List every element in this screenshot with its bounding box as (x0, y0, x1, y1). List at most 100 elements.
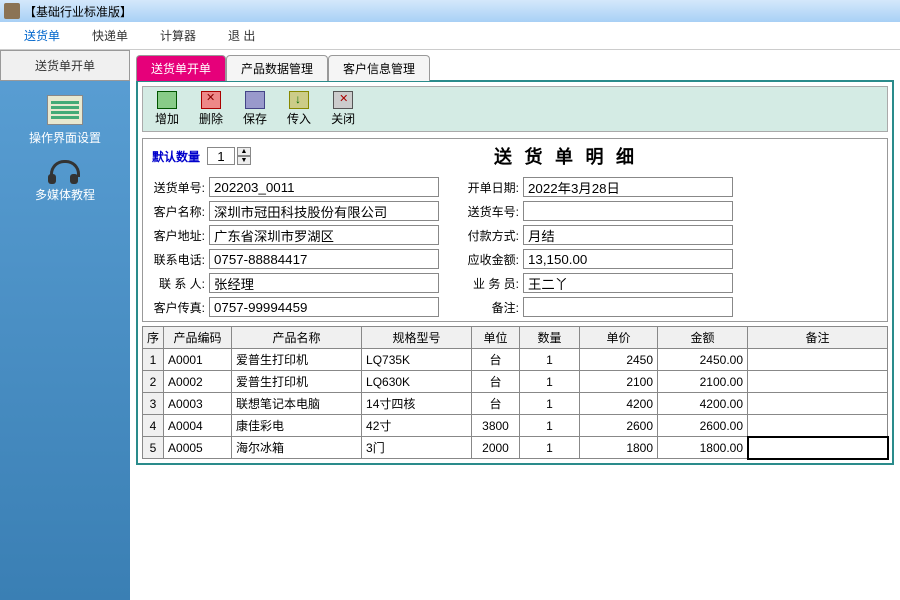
cell-remark[interactable] (748, 371, 888, 393)
title-bar: 【基础行业标准版】 (0, 0, 900, 22)
import-button[interactable]: 传入 (277, 89, 321, 129)
sidebar-item-tutorial[interactable]: 多媒体教程 (35, 160, 95, 203)
tab-delivery-create[interactable]: 送货单开单 (136, 55, 226, 81)
cell-unit[interactable]: 2000 (472, 437, 520, 459)
cell-amount[interactable]: 4200.00 (658, 393, 748, 415)
phone-input[interactable] (209, 249, 439, 269)
col-remark: 备注 (748, 327, 888, 349)
delivery-no-input[interactable] (209, 177, 439, 197)
col-qty: 数量 (520, 327, 580, 349)
qty-down-button[interactable]: ▼ (237, 156, 251, 165)
cell-name[interactable]: 爱普生打印机 (232, 349, 362, 371)
save-icon (245, 91, 265, 109)
cell-unit[interactable]: 台 (472, 349, 520, 371)
vehicle-label: 送货车号: (463, 203, 523, 220)
cell-code[interactable]: A0003 (164, 393, 232, 415)
cell-amount[interactable]: 2100.00 (658, 371, 748, 393)
table-row[interactable]: 3A0003联想笔记本电脑14寸四核台142004200.00 (143, 393, 888, 415)
cell-spec[interactable]: 14寸四核 (362, 393, 472, 415)
contact-input[interactable] (209, 273, 439, 293)
remark-input[interactable] (523, 297, 733, 317)
cell-remark[interactable] (748, 393, 888, 415)
sidebar-header[interactable]: 送货单开单 (0, 50, 130, 81)
cell-remark[interactable] (748, 437, 888, 459)
cell-name[interactable]: 爱普生打印机 (232, 371, 362, 393)
cell-remark[interactable] (748, 349, 888, 371)
window-title: 【基础行业标准版】 (24, 3, 132, 20)
cell-price[interactable]: 2100 (580, 371, 658, 393)
tab-customer-info[interactable]: 客户信息管理 (328, 55, 430, 81)
sidebar-item-label: 多媒体教程 (35, 186, 95, 203)
sales-input[interactable] (523, 273, 733, 293)
cell-price[interactable]: 1800 (580, 437, 658, 459)
cell-spec[interactable]: LQ735K (362, 349, 472, 371)
menu-calculator[interactable]: 计算器 (144, 23, 212, 48)
table-row[interactable]: 1A0001爱普生打印机LQ735K台124502450.00 (143, 349, 888, 371)
cell-price[interactable]: 2600 (580, 415, 658, 437)
close-icon (333, 91, 353, 109)
cell-code[interactable]: A0004 (164, 415, 232, 437)
cell-spec[interactable]: LQ630K (362, 371, 472, 393)
app-icon (4, 3, 20, 19)
table-row[interactable]: 4A0004康佳彩电42寸3800126002600.00 (143, 415, 888, 437)
cell-price[interactable]: 2450 (580, 349, 658, 371)
pay-input[interactable] (523, 225, 733, 245)
add-icon (157, 91, 177, 109)
close-button[interactable]: 关闭 (321, 89, 365, 129)
cell-name[interactable]: 联想笔记本电脑 (232, 393, 362, 415)
customer-input[interactable] (209, 201, 439, 221)
cell-name[interactable]: 海尔冰箱 (232, 437, 362, 459)
table-row[interactable]: 5A0005海尔冰箱3门2000118001800.00 (143, 437, 888, 459)
qty-spinner: ▲ ▼ (237, 147, 251, 165)
menu-delivery[interactable]: 送货单 (8, 23, 76, 48)
cell-code[interactable]: A0005 (164, 437, 232, 459)
cell-qty[interactable]: 1 (520, 393, 580, 415)
import-icon (289, 91, 309, 109)
date-input[interactable] (523, 177, 733, 197)
save-button[interactable]: 保存 (233, 89, 277, 129)
col-name: 产品名称 (232, 327, 362, 349)
cell-qty[interactable]: 1 (520, 415, 580, 437)
cell-remark[interactable] (748, 415, 888, 437)
fax-input[interactable] (209, 297, 439, 317)
cell-unit[interactable]: 台 (472, 393, 520, 415)
cell-code[interactable]: A0002 (164, 371, 232, 393)
phone-label: 联系电话: (149, 251, 209, 268)
amount-label: 应收金额: (463, 251, 523, 268)
cell-amount[interactable]: 2600.00 (658, 415, 748, 437)
qty-up-button[interactable]: ▲ (237, 147, 251, 156)
cell-price[interactable]: 4200 (580, 393, 658, 415)
amount-input[interactable] (523, 249, 733, 269)
default-qty-input[interactable] (207, 147, 235, 165)
menu-exit[interactable]: 退 出 (212, 23, 271, 48)
cell-spec[interactable]: 42寸 (362, 415, 472, 437)
form-title: 送 货 单 明 细 (251, 143, 881, 169)
cell-name[interactable]: 康佳彩电 (232, 415, 362, 437)
cell-amount[interactable]: 2450.00 (658, 349, 748, 371)
cell-qty[interactable]: 1 (520, 437, 580, 459)
col-idx: 序 (143, 327, 164, 349)
vehicle-input[interactable] (523, 201, 733, 221)
cell-qty[interactable]: 1 (520, 371, 580, 393)
table-icon (47, 95, 83, 125)
form-area: 默认数量 ▲ ▼ 送 货 单 明 细 送货单号: 客户名称: 客户地址: 联系电… (142, 138, 888, 322)
address-input[interactable] (209, 225, 439, 245)
add-button[interactable]: 增加 (145, 89, 189, 129)
delete-button[interactable]: 删除 (189, 89, 233, 129)
cell-idx: 4 (143, 415, 164, 437)
tab-product-data[interactable]: 产品数据管理 (226, 55, 328, 81)
cell-unit[interactable]: 3800 (472, 415, 520, 437)
cell-spec[interactable]: 3门 (362, 437, 472, 459)
col-amount: 金额 (658, 327, 748, 349)
sidebar-item-ui-settings[interactable]: 操作界面设置 (29, 95, 101, 146)
cell-qty[interactable]: 1 (520, 349, 580, 371)
menu-bar: 送货单 快递单 计算器 退 出 (0, 22, 900, 50)
table-row[interactable]: 2A0002爱普生打印机LQ630K台121002100.00 (143, 371, 888, 393)
cell-idx: 5 (143, 437, 164, 459)
cell-amount[interactable]: 1800.00 (658, 437, 748, 459)
cell-unit[interactable]: 台 (472, 371, 520, 393)
cell-code[interactable]: A0001 (164, 349, 232, 371)
menu-express[interactable]: 快递单 (76, 23, 144, 48)
sidebar-item-label: 操作界面设置 (29, 129, 101, 146)
col-price: 单价 (580, 327, 658, 349)
